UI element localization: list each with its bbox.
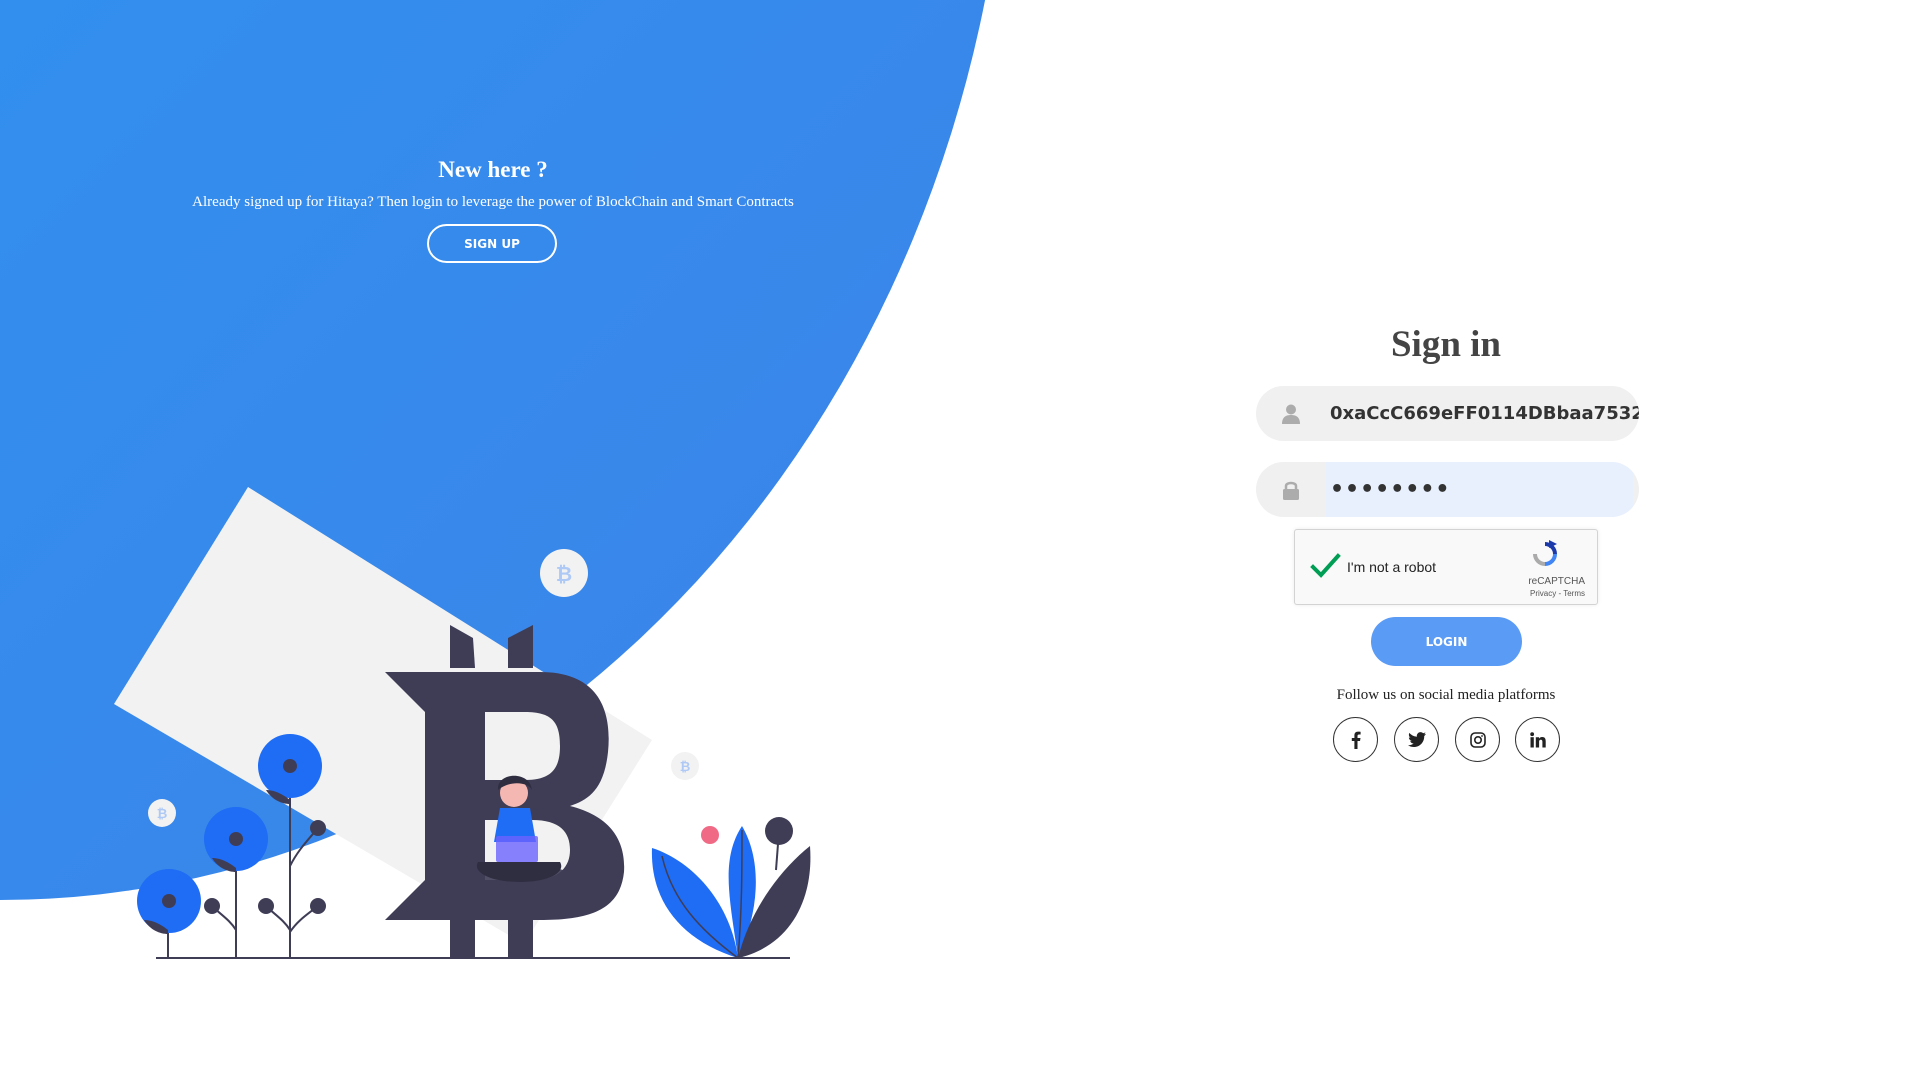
- login-button[interactable]: LOGIN: [1371, 617, 1522, 666]
- facebook-link[interactable]: [1333, 717, 1378, 762]
- username-field[interactable]: 0xaCcC669eFF0114DBbaa75324ff64: [1256, 386, 1639, 441]
- instagram-icon: [1469, 731, 1486, 748]
- sign-in-title: Sign in: [1390, 324, 1502, 365]
- recaptcha-checkbox[interactable]: [1309, 550, 1341, 582]
- login-page: ₿ ₿ ₿ New here ? Already signed up for H…: [0, 0, 1917, 1079]
- checkmark-icon: [1310, 553, 1341, 578]
- svg-text:₿: ₿: [680, 760, 691, 775]
- twitter-icon: [1407, 732, 1426, 747]
- recaptcha-logo-icon: [1527, 538, 1563, 570]
- username-input[interactable]: 0xaCcC669eFF0114DBbaa75324ff64: [1326, 386, 1639, 441]
- password-field[interactable]: ••••••••: [1256, 462, 1639, 517]
- new-here-heading: New here ?: [438, 157, 548, 182]
- coin-left: ₿: [148, 799, 176, 827]
- twitter-link[interactable]: [1394, 717, 1439, 762]
- linkedin-link[interactable]: [1515, 717, 1560, 762]
- right-leaf-plant: [651, 817, 811, 959]
- recaptcha-label: I'm not a robot: [1347, 559, 1437, 575]
- follow-us-text: Follow us on social media platforms: [1336, 687, 1556, 703]
- svg-text:₿: ₿: [556, 562, 572, 586]
- password-input[interactable]: ••••••••: [1326, 462, 1633, 517]
- instagram-link[interactable]: [1455, 717, 1500, 762]
- coin-top: ₿: [540, 549, 588, 597]
- recaptcha-brand: reCAPTCHA: [1528, 576, 1585, 587]
- signup-description: Already signed up for Hitaya? Then login…: [192, 194, 794, 210]
- recaptcha-widget: I'm not a robot reCAPTCHA Privacy - Term…: [1294, 529, 1598, 605]
- coin-right: ₿: [671, 752, 699, 780]
- recaptcha-terms-link[interactable]: Privacy - Terms: [1530, 589, 1585, 598]
- svg-text:₿: ₿: [157, 807, 168, 822]
- sign-up-button[interactable]: SIGN UP: [427, 224, 557, 263]
- linkedin-icon: [1529, 731, 1546, 747]
- lock-icon: [1256, 462, 1326, 517]
- user-icon: [1256, 386, 1326, 441]
- facebook-icon: [1351, 731, 1361, 749]
